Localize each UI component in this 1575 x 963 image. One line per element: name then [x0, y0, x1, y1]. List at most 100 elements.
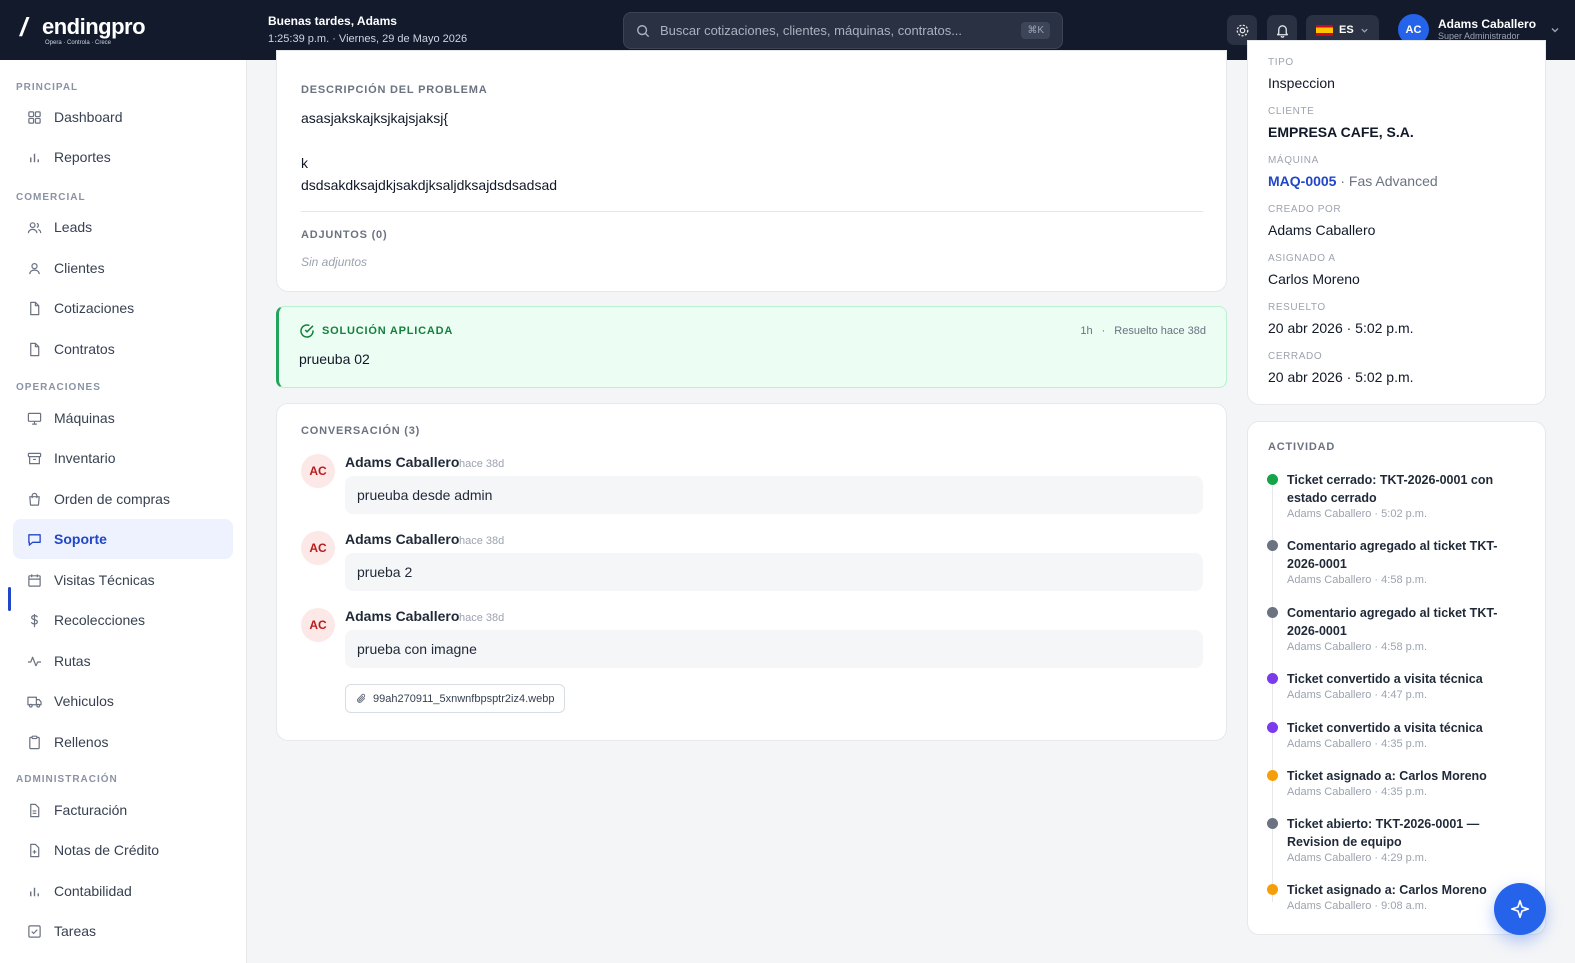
sidebar-item-contratos[interactable]: Contratos — [13, 329, 233, 369]
sidebar-item-leads[interactable]: Leads — [13, 207, 233, 247]
search-placeholder: Buscar cotizaciones, clientes, máquinas,… — [660, 23, 963, 38]
activity-meta: Adams Caballero · 4:29 p.m. — [1287, 852, 1428, 864]
description-title: DESCRIPCIÓN DEL PROBLEMA — [301, 84, 488, 96]
sidebar-item-visitas-tecnicas[interactable]: Visitas Técnicas — [13, 560, 233, 600]
activity-text: Ticket convertido a visita técnica — [1287, 672, 1483, 686]
sidebar: PRINCIPAL Dashboard Reportes COMERCIAL L… — [0, 60, 247, 963]
avatar: AC — [301, 531, 335, 565]
message-attachment[interactable]: 99ah270911_5xnwnfbpsptr2iz4.webp — [345, 684, 566, 713]
status-dot — [1267, 540, 1278, 551]
activity-meta: Adams Caballero · 4:47 p.m. — [1287, 689, 1428, 701]
paperclip-icon — [357, 693, 366, 703]
sidebar-item-label: Leads — [54, 219, 93, 235]
sparkle-icon — [1510, 899, 1530, 919]
attachment-filename: 99ah270911_5xnwnfbpsptr2iz4.webp — [373, 692, 555, 705]
sidebar-item-reportes[interactable]: Reportes — [13, 137, 233, 177]
chevron-down-icon — [1551, 27, 1559, 32]
sidebar-item-label: Notas de Crédito — [54, 842, 160, 858]
calendar-icon — [28, 573, 41, 587]
solution-meta: 1h · Resuelto hace 38d — [1080, 325, 1206, 337]
brand-logo[interactable]: / endingpro Opera · Controla · Crece — [20, 12, 160, 48]
sidebar-item-label: Clientes — [54, 260, 105, 276]
dollar-icon — [30, 613, 38, 627]
greeting-block: Buenas tardes, Adams 1:25:39 p.m. · Vier… — [268, 14, 467, 46]
sidebar-item-label: Vehiculos — [54, 693, 114, 709]
activity-text: Comentario agregado al ticket TKT-2026-0… — [1287, 539, 1498, 571]
sidebar-item-soporte[interactable]: Soporte — [13, 519, 233, 559]
conversation-title: CONVERSACIÓN (3) — [301, 425, 421, 437]
solution-separator: · — [1101, 325, 1106, 337]
sidebar-item-label: Inventario — [54, 450, 116, 466]
sidebar-item-facturacion[interactable]: Facturación — [13, 790, 233, 830]
message-time: hace 38d — [459, 535, 505, 547]
shopping-bag-icon — [29, 492, 40, 506]
sidebar-item-orden-de-compras[interactable]: Orden de compras — [13, 479, 233, 519]
status-dot — [1267, 607, 1278, 618]
attachments-title: ADJUNTOS (0) — [301, 229, 388, 241]
sidebar-item-inventario[interactable]: Inventario — [13, 438, 233, 478]
solution-panel: SOLUCIÓN APLICADA 1h · Resuelto hace 38d… — [276, 306, 1227, 388]
attachments-empty: Sin adjuntos — [301, 255, 368, 269]
activity-meta: Adams Caballero · 4:58 p.m. — [1287, 641, 1428, 653]
sidebar-section-principal: PRINCIPAL — [16, 82, 79, 93]
check-circle-icon — [300, 324, 314, 338]
file-icon — [30, 301, 40, 315]
message-time: hace 38d — [459, 458, 505, 470]
activity-meta: Adams Caballero · 4:35 p.m. — [1287, 738, 1428, 750]
conversation-card: CONVERSACIÓN (3) AC Adams Caballero hace… — [276, 403, 1227, 741]
solution-title: SOLUCIÓN APLICADA — [322, 325, 454, 337]
sidebar-item-label: Contabilidad — [54, 883, 132, 899]
message-author: Adams Caballero — [345, 531, 460, 547]
status-dot — [1267, 818, 1278, 829]
sidebar-item-label: Facturación — [54, 802, 128, 818]
sidebar-item-label: Rutas — [54, 653, 91, 669]
search-icon — [637, 24, 650, 37]
sidebar-item-label: Dashboard — [54, 109, 123, 125]
avatar: AC — [301, 454, 335, 488]
sidebar-item-label: Rellenos — [54, 734, 109, 750]
message-author: Adams Caballero — [345, 608, 460, 624]
sidebar-item-label: Tareas — [54, 923, 97, 939]
ai-assistant-button[interactable] — [1494, 883, 1546, 935]
sidebar-section-comercial: COMERCIAL — [16, 192, 86, 203]
activity-timeline: Ticket cerrado: TKT-2026-0001 con estado… — [1247, 0, 1546, 963]
check-square-icon — [28, 924, 41, 938]
global-search-input[interactable]: Buscar cotizaciones, clientes, máquinas,… — [623, 12, 1063, 49]
users-icon — [27, 221, 42, 233]
sidebar-item-rellenos[interactable]: Rellenos — [13, 722, 233, 762]
sidebar-item-rutas[interactable]: Rutas — [13, 641, 233, 681]
bar-chart-icon — [30, 153, 39, 162]
sidebar-item-vehiculos[interactable]: Vehiculos — [13, 681, 233, 721]
sidebar-item-maquinas[interactable]: Máquinas — [13, 398, 233, 438]
file-plus-icon — [30, 843, 40, 857]
message-body: prueuba desde admin — [345, 476, 1203, 514]
description-line: k — [301, 155, 308, 171]
sidebar-item-recolecciones[interactable]: Recolecciones — [13, 600, 233, 640]
activity-text: Comentario agregado al ticket TKT-2026-0… — [1287, 606, 1498, 638]
description-line: dsdsakdksajdkjsakdjksaljdksajdsdsadsad — [301, 177, 558, 193]
search-shortcut-badge: ⌘K — [1021, 22, 1050, 39]
archive-icon — [27, 452, 42, 464]
grid-icon — [28, 110, 41, 124]
sidebar-item-notas-de-credito[interactable]: Notas de Crédito — [13, 830, 233, 870]
sidebar-item-label: Orden de compras — [54, 491, 170, 507]
sidebar-section-administracion: ADMINISTRACIÓN — [16, 774, 118, 785]
user-icon — [29, 262, 40, 274]
sidebar-item-contabilidad[interactable]: Contabilidad — [13, 871, 233, 911]
file-icon — [30, 342, 40, 356]
activity-icon — [27, 656, 42, 666]
avatar: AC — [301, 608, 335, 642]
sidebar-item-tareas[interactable]: Tareas — [13, 911, 233, 951]
solution-duration: 1h — [1080, 325, 1093, 337]
status-dot — [1267, 770, 1278, 781]
solution-text: prueuba 02 — [299, 351, 370, 367]
message-author: Adams Caballero — [345, 454, 460, 470]
message-time: hace 38d — [459, 612, 505, 624]
logo-wordmark: endingpro — [42, 14, 146, 39]
activity-meta: Adams Caballero · 4:58 p.m. — [1287, 574, 1428, 586]
sidebar-item-clientes[interactable]: Clientes — [13, 248, 233, 288]
sidebar-item-label: Contratos — [54, 341, 115, 357]
sidebar-item-label: Reportes — [54, 149, 111, 165]
sidebar-item-cotizaciones[interactable]: Cotizaciones — [13, 288, 233, 328]
sidebar-item-dashboard[interactable]: Dashboard — [13, 97, 233, 137]
